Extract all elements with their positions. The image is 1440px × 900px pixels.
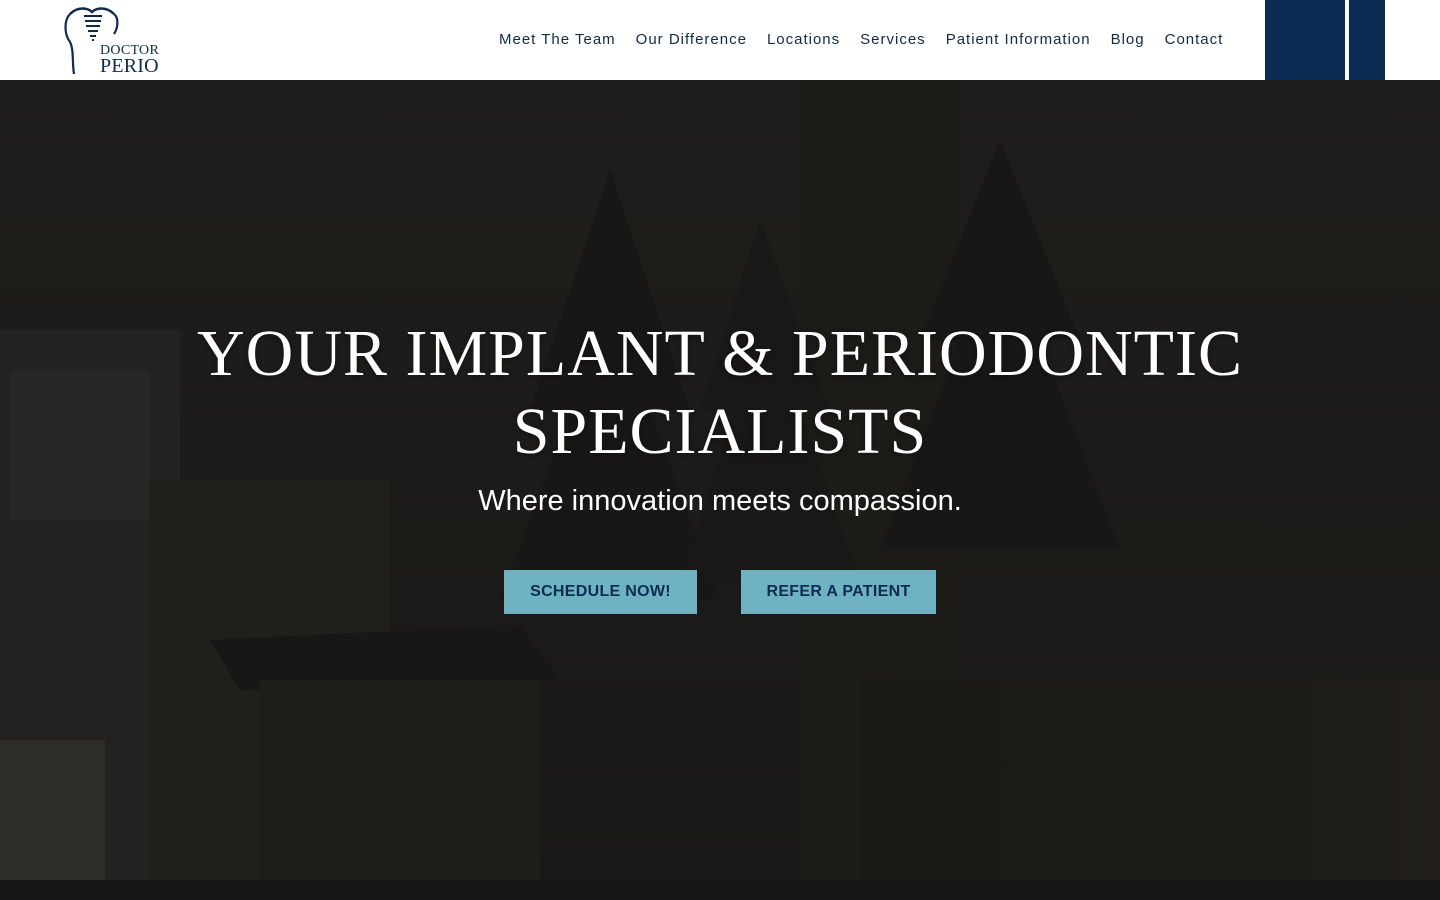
hero-title-line-2: SPECIALISTS	[512, 395, 928, 468]
nav-item-patient-information[interactable]: Patient Information	[936, 0, 1101, 80]
hero-title-line-1: YOUR IMPLANT & PERIODONTIC	[197, 317, 1243, 390]
hero-section: YOUR IMPLANT & PERIODONTIC SPECIALISTS W…	[0, 80, 1440, 900]
schedule-now-button[interactable]: SCHEDULE NOW!	[504, 570, 697, 614]
hero-title: YOUR IMPLANT & PERIODONTIC SPECIALISTS	[120, 315, 1320, 471]
nav-item-blog[interactable]: Blog	[1101, 0, 1155, 80]
logo-text-perio: PERIO	[100, 55, 159, 77]
main-nav: Meet The Team Our Difference Locations S…	[489, 0, 1233, 80]
doctor-perio-logo[interactable]: DOCTOR PERIO	[62, 4, 172, 76]
header-secondary-button[interactable]	[1349, 0, 1385, 80]
header-action-button[interactable]	[1265, 0, 1345, 80]
refer-a-patient-button[interactable]: REFER A PATIENT	[741, 570, 936, 614]
site-header: DOCTOR PERIO Meet The Team Our Differenc…	[0, 0, 1440, 80]
nav-item-our-difference[interactable]: Our Difference	[626, 0, 757, 80]
nav-item-meet-the-team[interactable]: Meet The Team	[489, 0, 626, 80]
hero-subtitle: Where innovation meets compassion.	[478, 485, 962, 517]
nav-item-locations[interactable]: Locations	[757, 0, 850, 80]
nav-item-services[interactable]: Services	[850, 0, 936, 80]
nav-item-contact[interactable]: Contact	[1155, 0, 1234, 80]
